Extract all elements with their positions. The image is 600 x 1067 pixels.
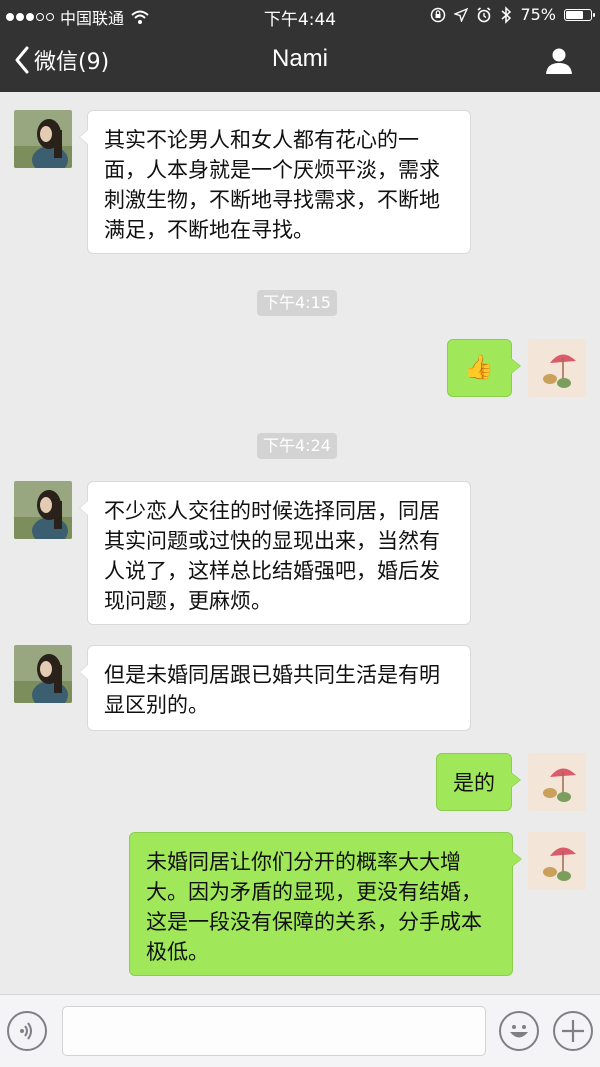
message-bubble-outgoing[interactable]: 👍 bbox=[447, 339, 521, 397]
message-bubble-incoming[interactable]: 但是未婚同居跟已婚共同生活是有明显区别的。 bbox=[79, 645, 471, 731]
message-bubble-outgoing[interactable]: 是的 bbox=[436, 753, 521, 811]
my-avatar[interactable] bbox=[528, 339, 586, 397]
battery-fill bbox=[566, 10, 583, 19]
contact-avatar[interactable] bbox=[14, 481, 72, 539]
thumbs-up-emoji: 👍 bbox=[464, 353, 494, 381]
input-bar bbox=[0, 994, 600, 1067]
smiley-icon bbox=[510, 1025, 528, 1038]
message-input[interactable] bbox=[62, 1006, 486, 1056]
chat-area[interactable]: 其实不论男人和女人都有花心的一面，人本身就是一个厌烦平淡，需求刺激生物，不断地寻… bbox=[0, 92, 600, 992]
status-bar-right: 75% bbox=[430, 5, 595, 24]
rotation-lock-icon bbox=[431, 7, 446, 22]
battery-icon bbox=[564, 8, 595, 21]
bluetooth-icon bbox=[501, 5, 512, 24]
voice-icon bbox=[20, 1022, 32, 1040]
chat-title: Nami bbox=[271, 45, 328, 72]
contact-avatar[interactable] bbox=[14, 645, 72, 703]
message-bubble-incoming[interactable]: 其实不论男人和女人都有花心的一面，人本身就是一个厌烦平淡，需求刺激生物，不断地寻… bbox=[79, 110, 471, 254]
nav-bar: 微信(9) Nami bbox=[0, 30, 600, 92]
plus-icon bbox=[562, 1020, 584, 1042]
contact-avatar[interactable] bbox=[14, 110, 72, 168]
my-avatar[interactable] bbox=[528, 832, 586, 890]
message-bubble-incoming[interactable]: 不少恋人交往的时候选择同居，同居其实问题或过快的显现出来，当然有人说了，这样总比… bbox=[79, 481, 471, 625]
alarm-icon bbox=[477, 6, 491, 22]
message-timestamp: 下午4:15 bbox=[257, 290, 337, 316]
battery-percent: 75% bbox=[520, 5, 556, 24]
my-avatar[interactable] bbox=[528, 753, 586, 811]
message-timestamp: 下午4:24 bbox=[257, 433, 337, 459]
status-bar: 中国联通 下午4:44 75% bbox=[0, 0, 600, 30]
voice-button[interactable] bbox=[7, 1011, 47, 1051]
person-icon[interactable] bbox=[544, 46, 574, 76]
location-arrow-icon bbox=[454, 7, 469, 22]
emoji-button[interactable] bbox=[499, 1011, 539, 1051]
more-button[interactable] bbox=[553, 1011, 593, 1051]
message-bubble-outgoing[interactable]: 未婚同居让你们分开的概率大大增大。因为矛盾的显现，更没有结婚，这是一段没有保障的… bbox=[129, 832, 522, 976]
